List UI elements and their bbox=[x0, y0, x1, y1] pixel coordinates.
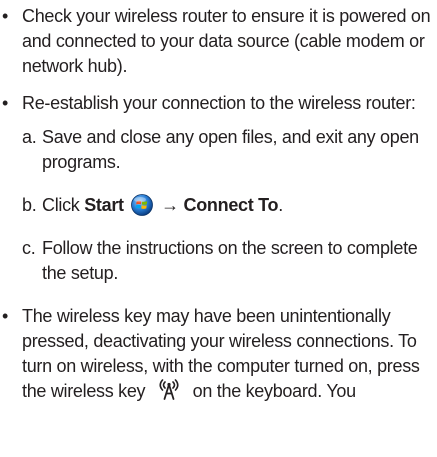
start-label: Start bbox=[84, 195, 124, 215]
document-page: • Check your wireless router to ensure i… bbox=[0, 4, 437, 404]
step-c: c. Follow the instructions on the screen… bbox=[0, 236, 437, 286]
step-letter: c. bbox=[22, 238, 36, 258]
step-text: Follow the instructions on the screen to… bbox=[42, 238, 418, 283]
step-a: a. Save and close any open files, and ex… bbox=[0, 125, 437, 175]
bullet-dot: • bbox=[2, 6, 9, 26]
bullet-check-router: • Check your wireless router to ensure i… bbox=[0, 4, 437, 79]
bullet-wireless-key: • The wireless key may have been uninten… bbox=[0, 304, 437, 404]
step-letter: a. bbox=[22, 127, 37, 147]
connect-to-label: Connect To bbox=[183, 195, 279, 215]
bullet-text: Re-establish your connection to the wire… bbox=[22, 93, 416, 113]
step-b: b. Click Start → Connect To. bbox=[0, 193, 437, 218]
bullet-dot: • bbox=[2, 93, 9, 113]
period: . bbox=[278, 195, 283, 215]
step-click-text: Click bbox=[42, 195, 80, 215]
bullet-text-after: on the keyboard. You bbox=[192, 381, 356, 401]
wireless-key-icon bbox=[159, 379, 179, 400]
step-letter: b. bbox=[22, 195, 37, 215]
windows-start-orb-icon bbox=[131, 194, 154, 216]
step-text: Save and close any open files, and exit … bbox=[42, 127, 419, 172]
bullet-text: Check your wireless router to ensure it … bbox=[22, 6, 431, 76]
bullet-dot: • bbox=[2, 306, 9, 326]
arrow-glyph: → bbox=[161, 195, 179, 215]
bullet-reestablish: • Re-establish your connection to the wi… bbox=[0, 91, 437, 116]
